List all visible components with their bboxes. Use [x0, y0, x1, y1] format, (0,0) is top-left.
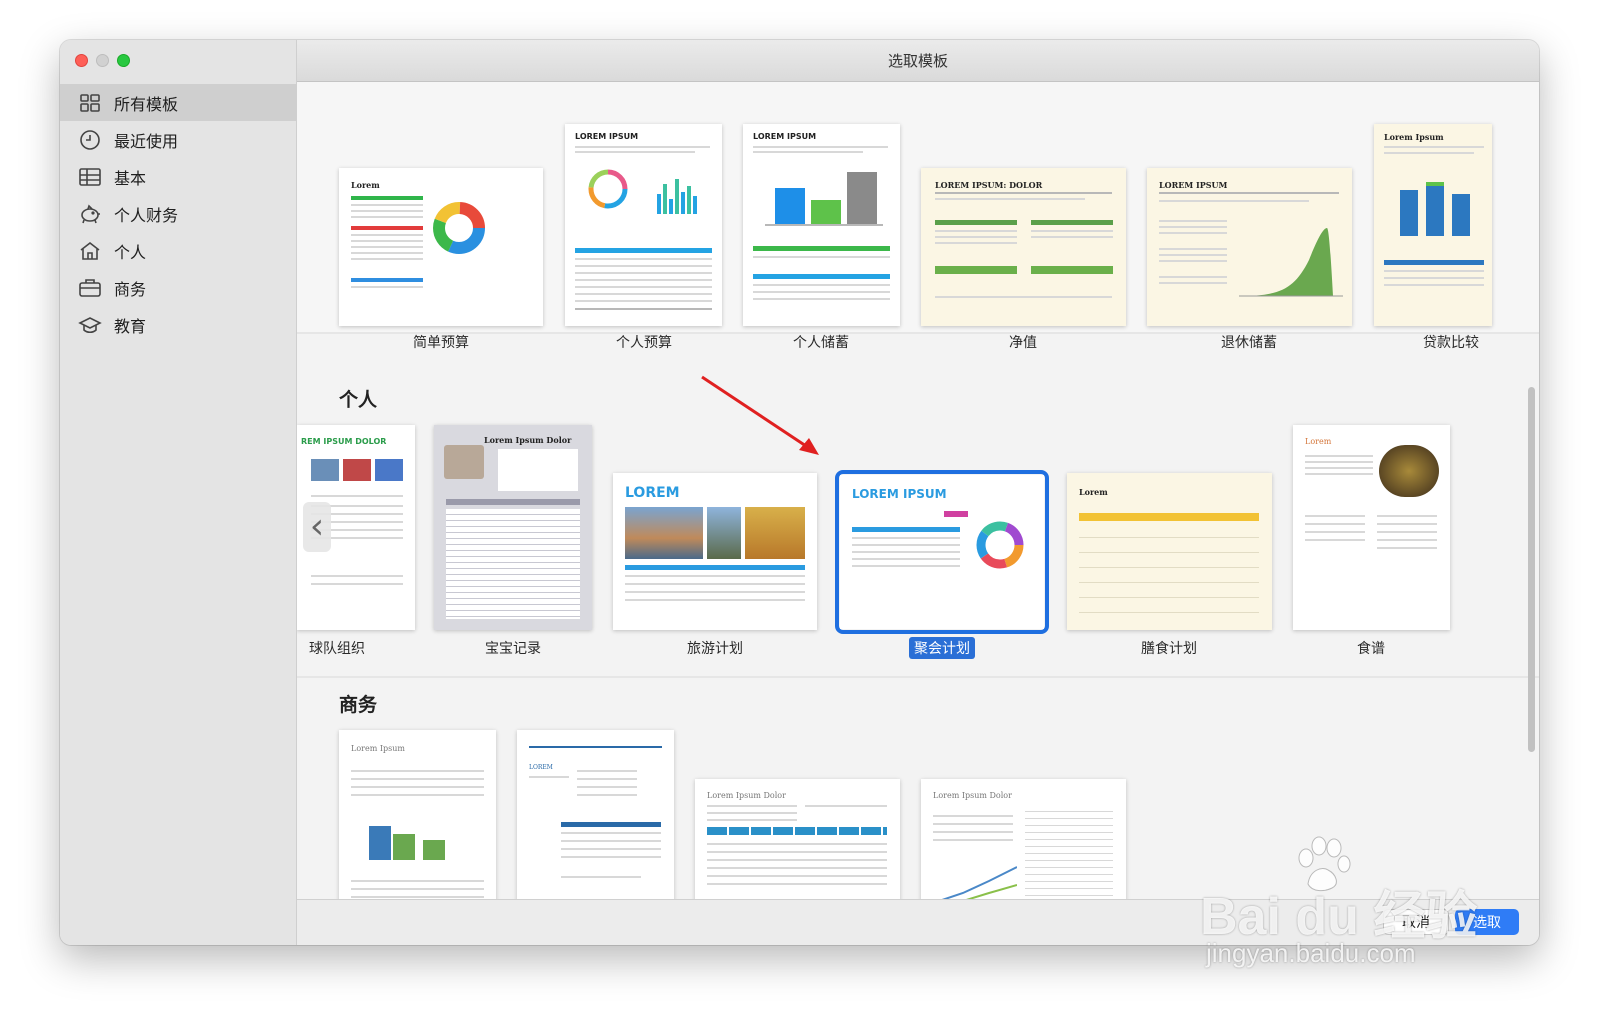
- sidebar-item-label: 基本: [114, 168, 147, 188]
- thumb-heading: Lorem Ipsum: [1384, 132, 1444, 142]
- sidebar-item-recent[interactable]: 最近使用: [60, 121, 297, 158]
- vertical-scrollbar[interactable]: [1528, 387, 1535, 752]
- briefcase-icon: [78, 276, 102, 300]
- template-thumbnail: LOREM IPSUM: [743, 124, 900, 326]
- donut-chart-icon: [433, 202, 485, 254]
- template-thumbnail: LOREM IPSUM: DOLOR: [921, 168, 1126, 326]
- thumb-heading: LOREM: [625, 485, 680, 501]
- chevron-left-icon[interactable]: ‹: [303, 502, 331, 552]
- template-label: 膳食计划: [1141, 641, 1197, 657]
- graduation-cap-icon: [78, 313, 102, 337]
- piggy-bank-icon: [78, 202, 102, 226]
- sidebar-item-business[interactable]: 商务: [60, 269, 297, 306]
- sidebar-item-label: 教育: [114, 316, 147, 336]
- template-label: 聚会计划: [909, 637, 975, 659]
- template-thumbnail: LOREM: [517, 730, 674, 899]
- sidebar-item-label: 所有模板: [114, 94, 179, 114]
- template-label: 贷款比较: [1423, 335, 1479, 351]
- baidu-watermark: Bai du 经验 jingyan.baidu.com: [1200, 830, 1520, 980]
- template-thumbnail: LOREM IPSUM: [1147, 168, 1352, 326]
- template-thumbnail: Lorem Ipsum: [339, 730, 496, 899]
- thumb-heading: Lorem Ipsum Dolor: [484, 435, 572, 445]
- ring-chart-icon: [588, 169, 628, 209]
- template-thumbnail: Lorem: [1293, 425, 1450, 630]
- section-title-business: 商务: [339, 694, 378, 716]
- baby-photo: [444, 445, 484, 479]
- sidebar-item-education[interactable]: 教育: [60, 306, 297, 343]
- house-icon: [78, 239, 102, 263]
- minimize-button[interactable]: [96, 54, 109, 67]
- template-label: 净值: [1009, 335, 1037, 351]
- thumb-heading: LOREM IPSUM: DOLOR: [935, 180, 1043, 190]
- template-label: 宝宝记录: [485, 641, 541, 657]
- sidebar-item-basic[interactable]: 基本: [60, 158, 297, 195]
- thumb-heading: Lorem Ipsum: [351, 744, 405, 753]
- template-thumbnail: LOREM IPSUM: [565, 124, 722, 326]
- window-title: 选取模板: [297, 40, 1539, 82]
- template-thumbnail: LOREM IPSUM: [840, 475, 1044, 629]
- template-label: 退休储蓄: [1221, 335, 1277, 351]
- template-chooser-window: 所有模板 最近使用 基本 个人财务 个人 商务 教育 选取模板 Lorem 简单…: [60, 40, 1539, 945]
- sidebar-item-label: 个人: [114, 242, 147, 262]
- sidebar-item-all-templates[interactable]: 所有模板: [60, 84, 297, 121]
- close-button[interactable]: [75, 54, 88, 67]
- template-label: 简单预算: [413, 335, 469, 351]
- template-label: 旅游计划: [687, 641, 743, 657]
- sidebar-list: 所有模板 最近使用 基本 个人财务 个人 商务 教育: [60, 84, 297, 343]
- sidebar-item-label: 个人财务: [114, 205, 179, 225]
- thumb-heading: LOREM IPSUM: [753, 132, 817, 141]
- grid-icon: [78, 91, 102, 115]
- sidebar-item-personal-finance[interactable]: 个人财务: [60, 195, 297, 232]
- thumb-heading: Lorem Ipsum Dolor: [707, 791, 786, 800]
- zoom-button[interactable]: [117, 54, 130, 67]
- template-gallery[interactable]: Lorem 简单预算 LOREM IPSUM 个人预算 LOREM IPSUM …: [297, 82, 1539, 899]
- area-chart-icon: [1239, 228, 1343, 297]
- thumb-heading: LOREM: [529, 764, 553, 771]
- line-chart-icon: [941, 866, 1017, 899]
- template-thumbnail: Lorem Ipsum Dolor: [434, 425, 592, 630]
- template-label: 食谱: [1357, 641, 1385, 657]
- sidebar-item-label: 最近使用: [114, 131, 179, 151]
- template-thumbnail: Lorem Ipsum Dolor: [921, 779, 1126, 899]
- sidebar-item-label: 商务: [114, 279, 147, 299]
- annotation-arrow-icon: [701, 375, 819, 455]
- thumb-heading: Lorem: [351, 180, 380, 190]
- table-icon: [78, 165, 102, 189]
- thumb-heading: LOREM IPSUM: [1159, 180, 1228, 190]
- sidebar-item-personal[interactable]: 个人: [60, 232, 297, 269]
- watermark-url: jingyan.baidu.com: [1206, 938, 1416, 968]
- thumb-heading: LOREM IPSUM: [575, 132, 639, 141]
- thumb-heading: LOREM IPSUM: [852, 487, 947, 501]
- template-thumbnail: Lorem: [339, 168, 543, 326]
- thumb-heading: REM IPSUM DOLOR: [301, 437, 387, 446]
- template-thumbnail: Lorem: [1067, 473, 1272, 630]
- template-label: 球队组织: [309, 641, 365, 657]
- template-label: 个人储蓄: [793, 335, 849, 351]
- party-donut-icon: [976, 521, 1024, 569]
- template-thumbnail: Lorem Ipsum Dolor: [695, 779, 900, 899]
- thumb-heading: Lorem: [1079, 487, 1108, 497]
- clock-icon: [78, 128, 102, 152]
- template-label: 个人预算: [616, 335, 672, 351]
- thumb-heading: Lorem: [1305, 437, 1332, 446]
- section-title-personal: 个人: [339, 389, 378, 411]
- template-thumbnail: Lorem Ipsum: [1374, 124, 1492, 326]
- sidebar: 所有模板 最近使用 基本 个人财务 个人 商务 教育: [60, 40, 297, 945]
- template-thumbnail: LOREM: [613, 473, 817, 630]
- thumb-heading: Lorem Ipsum Dolor: [933, 791, 1012, 800]
